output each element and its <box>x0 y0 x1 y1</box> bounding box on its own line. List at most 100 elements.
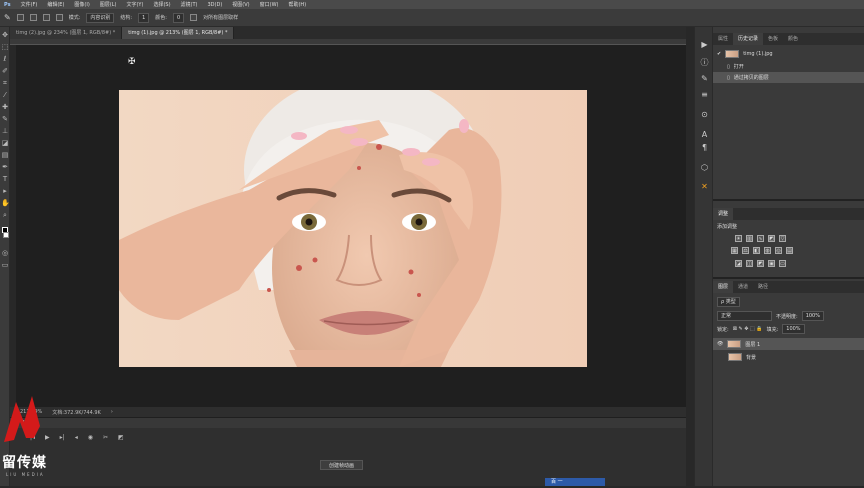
audio-icon[interactable]: ◉ <box>88 434 93 441</box>
gradient-tool-icon[interactable]: ▤ <box>1 151 9 159</box>
posterize-icon[interactable]: ◫ <box>746 260 753 267</box>
structure-input[interactable]: 1 <box>138 12 150 23</box>
3d-panel-icon[interactable]: ⬡ <box>699 162 710 173</box>
color-lookup-icon[interactable]: ▤ <box>786 247 793 254</box>
zoom-tool-icon[interactable]: ⌕ <box>1 211 9 219</box>
clone-source-icon[interactable]: ⊙ <box>699 109 710 120</box>
path-select-tool-icon[interactable]: ▸ <box>1 187 9 195</box>
exposure-icon[interactable]: ◩ <box>768 235 775 242</box>
marquee-tool-icon[interactable]: ⬚ <box>1 43 9 51</box>
opacity-input[interactable]: 100% <box>801 311 824 321</box>
fill-input[interactable]: 100% <box>782 324 805 334</box>
brush-tool-icon[interactable]: ✎ <box>1 115 9 123</box>
subtract-selection-icon[interactable] <box>42 14 50 21</box>
tab-timg1[interactable]: timg (1).jpg @ 213% (图层 1, RGB/8#) * <box>122 27 235 39</box>
invert-icon[interactable]: ◪ <box>735 260 742 267</box>
screen-mode-icon[interactable]: ▭ <box>1 261 9 269</box>
character-icon[interactable]: A <box>699 129 710 140</box>
menu-type[interactable]: 文字(Y) <box>126 1 143 8</box>
menu-view[interactable]: 视图(V) <box>232 1 249 8</box>
layer-row[interactable]: 👁 图层 1 <box>713 338 864 350</box>
eyedropper-tool-icon[interactable]: ⁄ <box>1 91 9 99</box>
tab-layers[interactable]: 图层 <box>713 281 734 293</box>
menu-window[interactable]: 窗口(W) <box>260 1 279 8</box>
crop-tool-icon[interactable]: ⌗ <box>1 79 9 87</box>
tab-history[interactable]: 历史记录 <box>733 33 764 45</box>
paragraph-icon[interactable]: ¶ <box>699 142 710 153</box>
layer-thumbnail <box>727 340 742 348</box>
color-input[interactable]: 0 <box>172 12 185 23</box>
snapshot-thumbnail <box>725 49 740 58</box>
hue-saturation-icon[interactable]: ▦ <box>731 247 738 254</box>
black-white-icon[interactable]: ◧ <box>753 247 760 254</box>
menu-select[interactable]: 选择(S) <box>153 1 170 8</box>
tool-preset-icon[interactable]: ✎ <box>4 13 11 22</box>
photo-filter-icon[interactable]: ◍ <box>764 247 771 254</box>
tab-properties[interactable]: 属性 <box>713 33 733 45</box>
background-color-swatch[interactable] <box>3 232 9 238</box>
tab-channels[interactable]: 通道 <box>733 281 753 293</box>
structure-label: 结构: <box>120 15 133 21</box>
curves-icon[interactable]: ∿ <box>757 235 764 242</box>
menu-image[interactable]: 图像(I) <box>74 1 89 8</box>
create-frame-animation-button[interactable]: 创建帧动画 <box>320 460 364 470</box>
snapshot-label: timg (1).jpg <box>743 50 773 57</box>
quick-mask-icon[interactable]: ◎ <box>1 249 9 257</box>
play-action-icon[interactable]: ▶ <box>699 39 710 50</box>
tab-timg2[interactable]: timg (2).jpg @ 234% (图层 1, RGB/8#) * <box>10 27 123 39</box>
document-image[interactable] <box>119 90 587 367</box>
move-tool-icon[interactable]: ✥ <box>1 31 9 39</box>
transition-icon[interactable]: ◩ <box>118 434 124 441</box>
blend-mode-select[interactable]: 正常 <box>717 311 772 321</box>
vibrance-icon[interactable]: ▽ <box>779 235 786 242</box>
history-snapshot[interactable]: ✔ timg (1).jpg <box>713 48 864 59</box>
timeline-panel: 时间轴 |◂ ▶ ▸| ◂ ◉ ✂ ◩ 创建帧动画 <box>10 417 686 486</box>
tools-cross-icon[interactable]: ✕ <box>699 181 710 192</box>
history-item[interactable]: ▯ 通过拷贝的图层 <box>713 72 864 83</box>
menu-file[interactable]: 文件(F) <box>21 1 38 8</box>
tab-color[interactable]: 颜色 <box>783 33 803 45</box>
menu-3d[interactable]: 3D(D) <box>208 2 223 8</box>
layer-filter-row: ρ 类型 <box>713 296 864 308</box>
layer-row[interactable]: 背景 <box>713 351 864 363</box>
selective-color-icon[interactable]: ▣ <box>768 260 775 267</box>
visibility-eye-icon[interactable]: 👁 <box>717 341 723 347</box>
type-tool-icon[interactable]: T <box>1 175 9 183</box>
menu-help[interactable]: 帮助(H) <box>288 1 306 8</box>
tab-paths[interactable]: 路径 <box>753 281 773 293</box>
threshold-icon[interactable]: ◩ <box>757 260 764 267</box>
intersect-selection-icon[interactable] <box>55 14 63 21</box>
pen-tool-icon[interactable]: ✒ <box>1 163 9 171</box>
mode-select[interactable]: 内容识别 <box>86 12 115 23</box>
lasso-tool-icon[interactable]: ℓ <box>1 55 9 63</box>
info-icon[interactable]: ⓘ <box>699 57 710 68</box>
new-selection-icon[interactable] <box>16 14 24 21</box>
channel-mixer-icon[interactable]: ◎ <box>775 247 782 254</box>
taskbar-item[interactable]: 百 一 <box>545 478 605 486</box>
adjust-panel-icon[interactable]: ≡ <box>699 89 710 100</box>
healing-brush-tool-icon[interactable]: ✚ <box>1 103 9 111</box>
eraser-tool-icon[interactable]: ◪ <box>1 139 9 147</box>
status-arrow-icon[interactable]: › <box>111 409 113 415</box>
split-icon[interactable]: ✂ <box>103 434 108 441</box>
ps-logo[interactable]: Ps <box>4 2 11 8</box>
tab-adjustments[interactable]: 调整 <box>713 208 734 220</box>
gradient-map-icon[interactable]: ▭ <box>779 260 786 267</box>
history-item[interactable]: ▯ 打开 <box>713 61 864 72</box>
history-doc-icon: ▯ <box>727 63 730 70</box>
add-selection-icon[interactable] <box>29 14 37 21</box>
brush-panel-icon[interactable]: ✎ <box>699 73 710 84</box>
lock-icons[interactable]: ⊠ ✎ ✥ ⬚ 🔒 <box>733 326 763 332</box>
menu-filter[interactable]: 滤镜(T) <box>181 1 198 8</box>
tab-swatches[interactable]: 色板 <box>763 33 783 45</box>
sample-all-checkbox[interactable] <box>190 14 198 21</box>
quick-select-tool-icon[interactable]: ✐ <box>1 67 9 75</box>
hand-tool-icon[interactable]: ✋ <box>1 199 10 207</box>
levels-icon[interactable]: ▥ <box>746 235 753 242</box>
menu-layer[interactable]: 图层(L) <box>100 1 117 8</box>
layer-kind-select[interactable]: ρ 类型 <box>717 297 740 307</box>
brightness-icon[interactable]: ☀ <box>735 235 742 242</box>
color-balance-icon[interactable]: ⚖ <box>742 247 749 254</box>
menu-edit[interactable]: 编辑(E) <box>47 1 64 8</box>
clone-stamp-tool-icon[interactable]: ⊥ <box>1 127 9 135</box>
